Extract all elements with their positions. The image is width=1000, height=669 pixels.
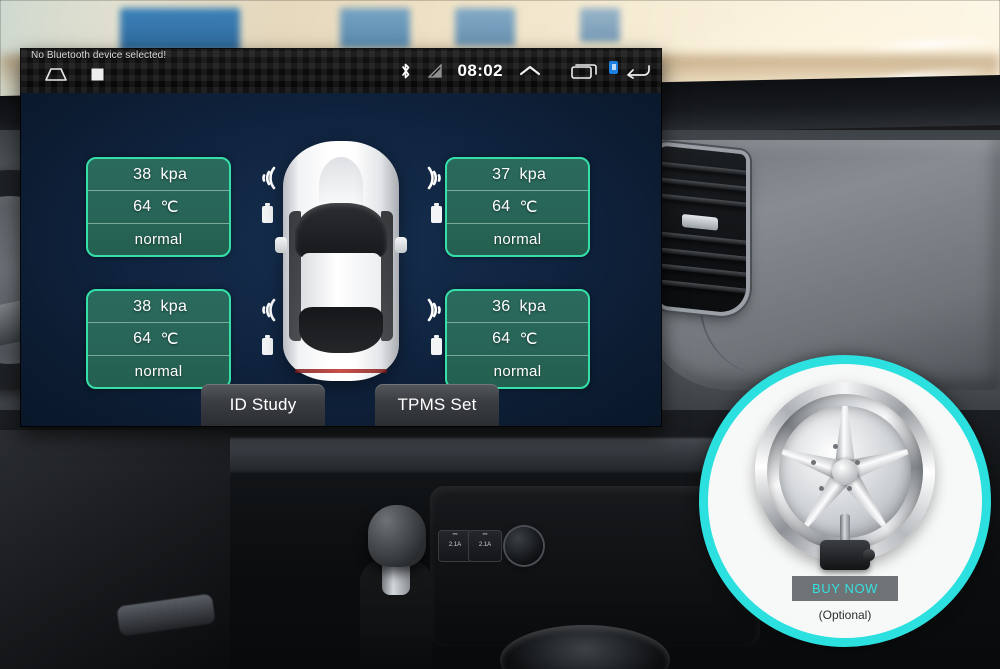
battery-icon bbox=[430, 335, 442, 355]
sensor-indicator-front-left bbox=[254, 166, 280, 223]
tire-temperature-row: 64 ℃ bbox=[447, 322, 588, 354]
tire-temperature-value: 64 bbox=[492, 329, 511, 347]
tire-panel-front-left[interactable]: 38 kpa 64 ℃ normal bbox=[86, 157, 231, 257]
status-icons: 08:02 bbox=[399, 61, 651, 81]
tire-temperature-value: 64 bbox=[492, 197, 511, 215]
tpms-set-button[interactable]: TPMS Set bbox=[375, 384, 499, 426]
battery-icon bbox=[261, 335, 273, 355]
tire-status: normal bbox=[447, 354, 588, 387]
sensor-indicator-front-right bbox=[423, 166, 449, 223]
tpms-sensor-stem bbox=[840, 514, 850, 542]
tire-temperature-row: 64 ℃ bbox=[88, 190, 229, 222]
tire-temperature-value: 64 bbox=[133, 197, 152, 215]
tire-temperature-unit: ℃ bbox=[519, 330, 538, 348]
navigation-buttons bbox=[43, 66, 104, 82]
tire-panel-front-right[interactable]: 37 kpa 64 ℃ normal bbox=[445, 157, 590, 257]
usb-port[interactable]: ⎓ 2.1A bbox=[468, 530, 502, 562]
tire-pressure-unit: kpa bbox=[519, 297, 547, 315]
usb-port[interactable]: ⎓ 2.1A bbox=[438, 530, 472, 562]
usb-device-icon bbox=[609, 61, 618, 74]
battery-icon bbox=[261, 203, 273, 223]
door-panel bbox=[0, 430, 230, 669]
engine-start-button[interactable] bbox=[505, 527, 543, 565]
gear-shifter-knob[interactable] bbox=[368, 505, 426, 567]
tire-temperature-unit: ℃ bbox=[160, 330, 179, 348]
signal-wave-icon bbox=[262, 298, 276, 322]
tire-temperature-row: 64 ℃ bbox=[447, 190, 588, 222]
tire-status: normal bbox=[88, 222, 229, 255]
road-sign-blur bbox=[340, 8, 410, 48]
tail-light bbox=[295, 369, 387, 373]
tire-status: normal bbox=[88, 354, 229, 387]
road-sign-blur bbox=[580, 8, 620, 42]
tire-temperature-value: 64 bbox=[133, 329, 152, 347]
signal-wave-icon bbox=[427, 166, 441, 190]
android-system-bar: No Bluetooth device selected! 08:02 bbox=[21, 49, 661, 93]
tire-temperature-unit: ℃ bbox=[519, 198, 538, 216]
tire-pressure-value: 38 bbox=[133, 165, 152, 183]
side-mirror-left bbox=[275, 237, 287, 253]
tire-pressure-row: 38 kpa bbox=[88, 291, 229, 322]
optional-label: (Optional) bbox=[818, 608, 872, 622]
signal-off-icon bbox=[427, 64, 442, 78]
tire-pressure-unit: kpa bbox=[160, 165, 188, 183]
sensor-indicator-rear-left bbox=[254, 298, 280, 355]
tire-pressure-row: 38 kpa bbox=[88, 159, 229, 190]
tire-panel-rear-right[interactable]: 36 kpa 64 ℃ normal bbox=[445, 289, 590, 389]
tire-pressure-value: 38 bbox=[133, 297, 152, 315]
vent-knob[interactable] bbox=[682, 213, 718, 231]
buy-now-button[interactable]: BUY NOW bbox=[792, 576, 898, 601]
sensor-indicator-rear-right bbox=[423, 298, 449, 355]
back-arrow-icon[interactable] bbox=[625, 63, 651, 79]
tire-pressure-unit: kpa bbox=[519, 165, 547, 183]
tire-pressure-unit: kpa bbox=[160, 297, 188, 315]
tire-panel-rear-left[interactable]: 38 kpa 64 ℃ normal bbox=[86, 289, 231, 389]
tire-pressure-value: 36 bbox=[492, 297, 511, 315]
tire-status: normal bbox=[447, 222, 588, 255]
bluetooth-icon bbox=[399, 62, 412, 80]
road-sign-blur bbox=[455, 8, 515, 46]
tire-temperature-row: 64 ℃ bbox=[88, 322, 229, 354]
product-callout-circle: BUY NOW (Optional) bbox=[699, 355, 991, 647]
clock: 08:02 bbox=[457, 61, 503, 80]
signal-wave-icon bbox=[262, 166, 276, 190]
id-study-button[interactable]: ID Study bbox=[201, 384, 325, 426]
tpms-sensor-body bbox=[820, 540, 875, 570]
car-top-view-illustration bbox=[275, 141, 407, 381]
bluetooth-notice-text: No Bluetooth device selected! bbox=[31, 50, 167, 61]
air-vent[interactable] bbox=[658, 145, 746, 315]
recents-icon[interactable] bbox=[571, 63, 597, 79]
stop-square-icon[interactable] bbox=[91, 68, 104, 81]
signal-wave-icon bbox=[427, 298, 441, 322]
tpms-app: 38 kpa 64 ℃ normal 37 kpa 64 ℃ normal 38… bbox=[21, 93, 661, 426]
tire-pressure-value: 37 bbox=[492, 165, 511, 183]
head-unit-screen[interactable]: No Bluetooth device selected! 08:02 38 k… bbox=[21, 49, 661, 426]
home-icon[interactable] bbox=[43, 66, 69, 82]
chevron-up-icon[interactable] bbox=[519, 63, 541, 79]
tire-temperature-unit: ℃ bbox=[160, 198, 179, 216]
tire-pressure-row: 36 kpa bbox=[447, 291, 588, 322]
tire-pressure-row: 37 kpa bbox=[447, 159, 588, 190]
battery-icon bbox=[430, 203, 442, 223]
road-sign-blur bbox=[120, 8, 240, 52]
side-mirror-right bbox=[395, 237, 407, 253]
